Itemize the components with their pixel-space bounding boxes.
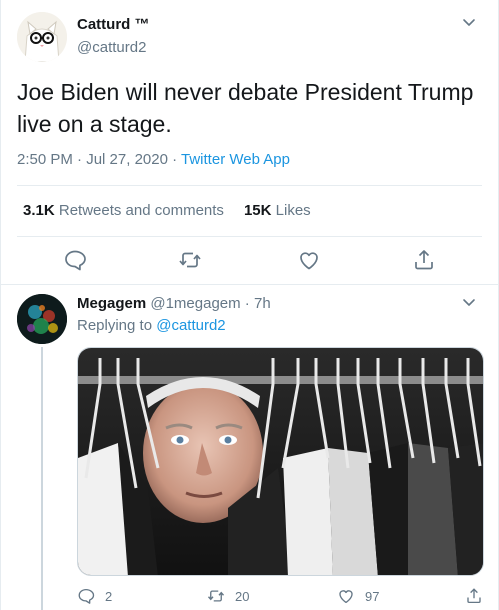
tweet-detail-frame: Catturd ™ @catturd2 Joe Biden will never… (0, 0, 499, 610)
replying-mention-link[interactable]: @catturd2 (156, 317, 225, 334)
like-count: 97 (365, 588, 380, 604)
tweet-time[interactable]: 2:50 PM (17, 151, 73, 168)
replying-label: Replying to (77, 317, 157, 334)
author-avatar[interactable] (17, 12, 67, 62)
share-icon[interactable] (412, 248, 436, 272)
retweet-count: 20 (235, 588, 250, 604)
likes-stat[interactable]: 15K Likes (244, 202, 311, 219)
reply-header: Megagem @1megagem · 7h (77, 294, 271, 314)
meta-separator: · (167, 151, 182, 168)
divider (17, 185, 482, 186)
author-handle[interactable]: @catturd2 (77, 38, 150, 58)
meta-separator: · (240, 295, 254, 312)
reply-count: 2 (105, 588, 113, 604)
retweets-label: Retweets and comments (58, 202, 224, 219)
retweets-stat[interactable]: 3.1K Retweets and comments (23, 202, 224, 219)
thread-line (41, 347, 43, 610)
reply-icon (78, 588, 95, 604)
like-icon (339, 590, 353, 604)
chevron-down-icon[interactable] (462, 18, 476, 28)
reply-actions: 2 20 97 (77, 586, 497, 608)
retweet-icon[interactable] (178, 248, 202, 272)
chevron-down-icon[interactable] (462, 298, 476, 308)
reply-share-action[interactable] (465, 586, 483, 606)
author-block[interactable]: Catturd ™ @catturd2 (77, 15, 150, 58)
reply-retweet-action[interactable]: 20 (207, 586, 249, 606)
reply-icon[interactable] (63, 248, 87, 272)
likes-label: Likes (275, 202, 311, 219)
tweet-meta: 2:50 PM · Jul 27, 2020 · Twitter Web App (17, 150, 290, 170)
retweet-icon (207, 590, 225, 602)
reply-reply-action[interactable]: 2 (77, 586, 112, 606)
replying-to: Replying to @catturd2 (77, 316, 226, 336)
reply-author-handle[interactable]: @1megagem (150, 295, 240, 312)
reply-author-avatar[interactable] (17, 294, 67, 344)
reply-like-action[interactable]: 97 (337, 586, 379, 606)
reply-media-image[interactable] (77, 347, 484, 576)
reply-age[interactable]: 7h (254, 295, 271, 312)
like-icon[interactable] (297, 248, 321, 272)
divider (1, 284, 498, 285)
tweet-actions (1, 248, 499, 274)
reply-author-name[interactable]: Megagem (77, 295, 146, 312)
share-icon (467, 588, 481, 604)
tweet-date[interactable]: Jul 27, 2020 (86, 151, 168, 168)
tweet-source-link[interactable]: Twitter Web App (181, 151, 290, 168)
meta-separator: · (72, 151, 87, 168)
divider (17, 236, 482, 237)
retweets-count: 3.1K (23, 202, 55, 219)
tweet-text: Joe Biden will never debate President Tr… (17, 79, 474, 137)
author-display-name[interactable]: Catturd ™ (77, 15, 150, 35)
likes-count: 15K (243, 202, 272, 219)
tweet-stats: 3.1K Retweets and comments 15K Likes (23, 201, 311, 221)
